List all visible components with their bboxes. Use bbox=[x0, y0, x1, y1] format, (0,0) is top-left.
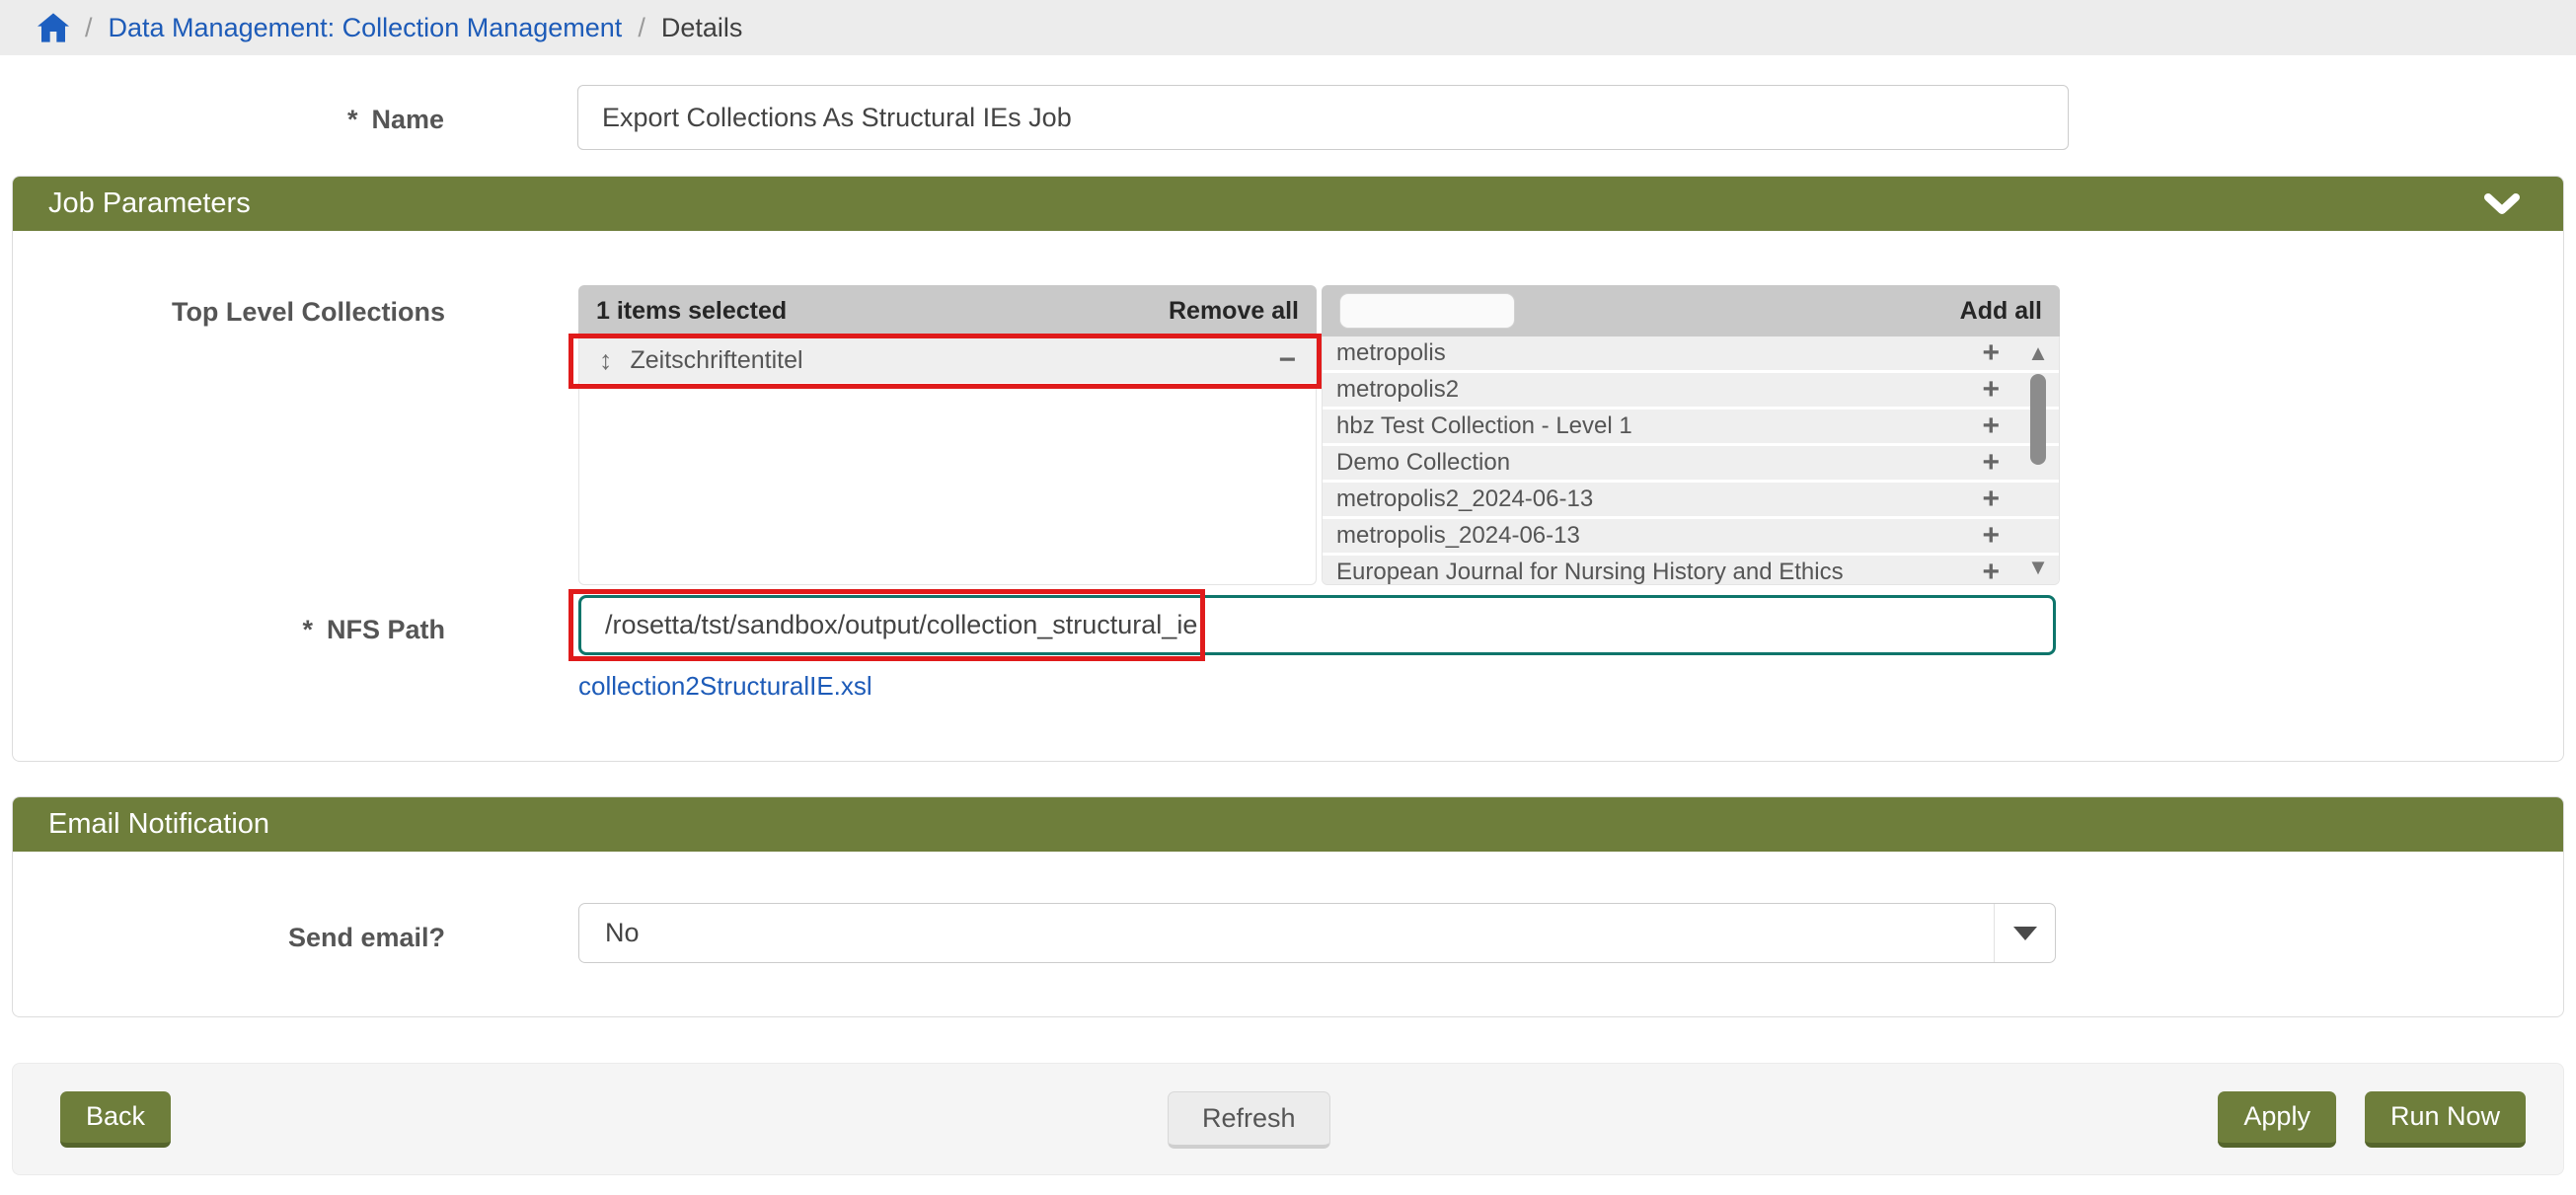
available-collection-row[interactable]: metropolis2 + bbox=[1323, 373, 2059, 407]
home-icon[interactable] bbox=[38, 13, 69, 42]
available-collection-label: Demo Collection bbox=[1336, 449, 1510, 477]
nfs-path-row: * NFS Path collection2StructuralIE.xsl bbox=[13, 595, 2563, 702]
add-item-icon[interactable]: + bbox=[1982, 558, 2000, 585]
remove-all-button[interactable]: Remove all bbox=[1169, 297, 1299, 326]
back-button[interactable]: Back bbox=[60, 1091, 171, 1148]
selected-panel-body: ↕ Zeitschriftentitel − bbox=[578, 336, 1317, 585]
available-collection-row[interactable]: European Journal for Nursing History and… bbox=[1323, 556, 2059, 585]
send-email-row: Send email? No bbox=[13, 903, 2563, 963]
remove-item-icon[interactable]: − bbox=[1278, 345, 1296, 375]
send-email-select[interactable]: No bbox=[578, 903, 2056, 963]
footer-bar: Back Refresh Apply Run Now bbox=[12, 1063, 2564, 1175]
apply-button[interactable]: Apply bbox=[2218, 1091, 2336, 1148]
add-item-icon[interactable]: + bbox=[1982, 411, 2000, 441]
available-collection-label: European Journal for Nursing History and… bbox=[1336, 559, 1844, 585]
selected-collection-label: Zeitschriftentitel bbox=[631, 346, 803, 375]
job-parameters-section: Job Parameters Top Level Collections 1 i… bbox=[12, 176, 2564, 762]
available-collection-row[interactable]: metropolis + bbox=[1323, 336, 2059, 370]
xsl-file-link[interactable]: collection2StructuralIE.xsl bbox=[578, 671, 872, 702]
add-item-icon[interactable]: + bbox=[1982, 521, 2000, 551]
collections-dual-list: 1 items selected Remove all ↕ Zeitschrif… bbox=[578, 285, 2060, 585]
drag-handle-icon[interactable]: ↕ bbox=[599, 345, 613, 376]
available-collection-label: metropolis_2024-06-13 bbox=[1336, 522, 1580, 550]
email-notification-title: Email Notification bbox=[48, 808, 269, 841]
available-collection-row[interactable]: metropolis2_2024-06-13 + bbox=[1323, 483, 2059, 516]
email-notification-header[interactable]: Email Notification bbox=[13, 797, 2563, 852]
scroll-down-icon[interactable]: ▼ bbox=[2027, 557, 2049, 578]
breadcrumb-current-details: Details bbox=[661, 13, 743, 43]
available-collection-row[interactable]: hbz Test Collection - Level 1 + bbox=[1323, 410, 2059, 443]
selected-collection-row[interactable]: ↕ Zeitschriftentitel − bbox=[579, 337, 1316, 383]
breadcrumb: / Data Management: Collection Management… bbox=[0, 0, 2576, 55]
name-label-text: Name bbox=[371, 105, 444, 134]
job-parameters-title: Job Parameters bbox=[48, 187, 251, 220]
add-item-icon[interactable]: + bbox=[1982, 485, 2000, 514]
breadcrumb-separator: / bbox=[85, 13, 93, 43]
available-collection-label: metropolis2 bbox=[1336, 376, 1459, 404]
breadcrumb-link-collection-management[interactable]: Data Management: Collection Management bbox=[109, 13, 623, 43]
available-panel-body: metropolis + metropolis2 + hbz Test Coll… bbox=[1322, 336, 2060, 585]
available-collection-label: metropolis bbox=[1336, 339, 1446, 367]
available-list-scrollbar[interactable]: ▲ ▼ bbox=[2023, 342, 2053, 578]
email-notification-section: Email Notification Send email? No bbox=[12, 796, 2564, 1017]
name-row: * Name bbox=[0, 85, 2576, 150]
available-collection-label: metropolis2_2024-06-13 bbox=[1336, 485, 1593, 513]
add-item-icon[interactable]: + bbox=[1982, 375, 2000, 405]
top-level-collections-row: Top Level Collections 1 items selected R… bbox=[13, 285, 2563, 585]
scroll-up-icon[interactable]: ▲ bbox=[2027, 342, 2049, 364]
selected-panel-header: 1 items selected Remove all bbox=[578, 285, 1317, 336]
send-email-label: Send email? bbox=[13, 903, 445, 953]
dropdown-arrow-zone[interactable] bbox=[1994, 904, 2055, 962]
nfs-path-label: * NFS Path bbox=[13, 595, 445, 645]
add-item-icon[interactable]: + bbox=[1982, 448, 2000, 478]
name-input[interactable] bbox=[577, 85, 2069, 150]
send-email-value: No bbox=[579, 918, 1994, 948]
name-label: * Name bbox=[0, 85, 444, 135]
job-parameters-header[interactable]: Job Parameters bbox=[13, 177, 2563, 231]
scrollbar-thumb[interactable] bbox=[2030, 374, 2046, 465]
nfs-path-input[interactable] bbox=[578, 595, 2056, 655]
breadcrumb-separator: / bbox=[638, 13, 645, 43]
required-marker: * bbox=[347, 105, 358, 134]
run-now-button[interactable]: Run Now bbox=[2365, 1091, 2526, 1148]
dropdown-arrow-icon bbox=[2013, 927, 2037, 940]
available-panel-header: Add all bbox=[1322, 285, 2060, 336]
selected-collections-panel: 1 items selected Remove all ↕ Zeitschrif… bbox=[578, 285, 1317, 585]
collections-search-input[interactable] bbox=[1339, 293, 1515, 329]
available-collection-row[interactable]: Demo Collection + bbox=[1323, 446, 2059, 480]
add-item-icon[interactable]: + bbox=[1982, 338, 2000, 368]
top-level-collections-label: Top Level Collections bbox=[13, 285, 445, 328]
chevron-down-icon[interactable] bbox=[2484, 193, 2520, 215]
nfs-path-label-text: NFS Path bbox=[327, 615, 445, 644]
available-collection-row[interactable]: metropolis_2024-06-13 + bbox=[1323, 519, 2059, 553]
required-marker: * bbox=[302, 615, 313, 644]
add-all-button[interactable]: Add all bbox=[1960, 297, 2042, 326]
available-collection-label: hbz Test Collection - Level 1 bbox=[1336, 412, 1632, 440]
available-collections-panel: Add all metropolis + metropolis2 + bbox=[1322, 285, 2060, 585]
refresh-button[interactable]: Refresh bbox=[1168, 1091, 1330, 1149]
selected-count: 1 items selected bbox=[596, 297, 787, 326]
